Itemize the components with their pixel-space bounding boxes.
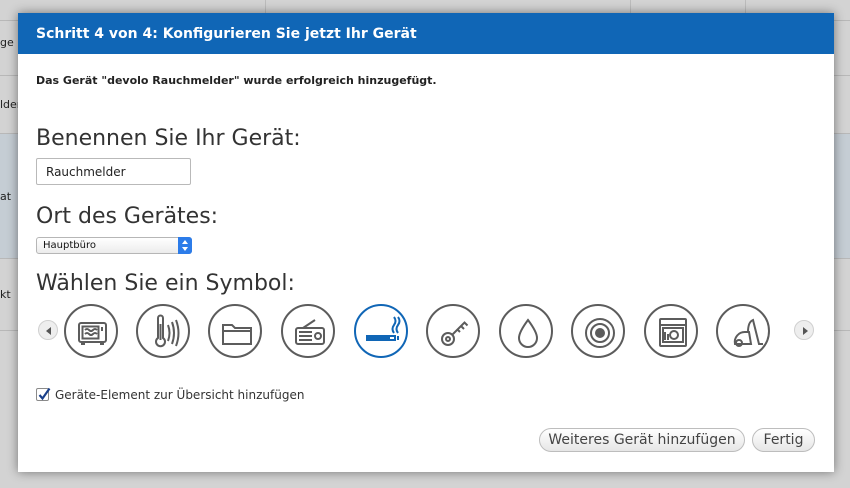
symbol-vacuum[interactable] [716, 304, 770, 358]
key-icon [441, 321, 469, 346]
chevron-right-icon [803, 327, 808, 335]
water-drop-icon [517, 318, 539, 348]
smoking-icon [366, 316, 401, 341]
overview-checkbox-label: Geräte-Element zur Übersicht hinzufügen [55, 388, 305, 402]
symbol-radio[interactable] [281, 304, 335, 358]
microwave-icon [78, 322, 107, 345]
checkmark-icon [38, 387, 51, 401]
background-row-label: ge [0, 36, 14, 49]
chevron-left-icon [46, 327, 51, 335]
symbol-folder[interactable] [208, 304, 262, 358]
configure-device-dialog: Schritt 4 von 4: Konfigurieren Sie jetzt… [18, 13, 834, 472]
name-heading: Benennen Sie Ihr Gerät: [36, 126, 301, 151]
location-heading: Ort des Gerätes: [36, 204, 219, 229]
background-row-label: at [0, 190, 12, 203]
overview-checkbox[interactable] [36, 387, 51, 401]
symbol-thermometer[interactable] [136, 304, 190, 358]
success-message: Das Gerät "devolo Rauchmelder" wurde erf… [36, 74, 437, 87]
device-name-input[interactable] [36, 158, 191, 185]
folder-icon [222, 324, 252, 345]
dishwasher-icon [659, 318, 687, 347]
dialog-title: Schritt 4 von 4: Konfigurieren Sie jetzt… [18, 13, 834, 54]
location-selected-value: Hauptbüro [43, 240, 96, 251]
vacuum-icon [733, 318, 763, 347]
add-another-device-button[interactable]: Weiteres Gerät hinzufügen [539, 428, 745, 452]
symbols-prev-button[interactable] [38, 320, 58, 340]
symbols-next-button[interactable] [794, 320, 814, 340]
radio-icon [295, 319, 325, 345]
symbol-speaker[interactable] [571, 304, 625, 358]
symbol-dishwasher[interactable] [644, 304, 698, 358]
background-row-label: kt [0, 288, 11, 301]
location-select[interactable]: Hauptbüro [36, 237, 192, 254]
symbol-key[interactable] [426, 304, 480, 358]
symbol-microwave[interactable] [64, 304, 118, 358]
symbol-water-drop[interactable] [499, 304, 553, 358]
thermometer-icon [155, 314, 180, 348]
symbol-heading: Wählen Sie ein Symbol: [36, 271, 295, 296]
select-arrows-icon [178, 237, 192, 254]
finish-button[interactable]: Fertig [752, 428, 815, 452]
speaker-icon [585, 318, 615, 348]
symbol-smoking[interactable] [354, 304, 408, 358]
